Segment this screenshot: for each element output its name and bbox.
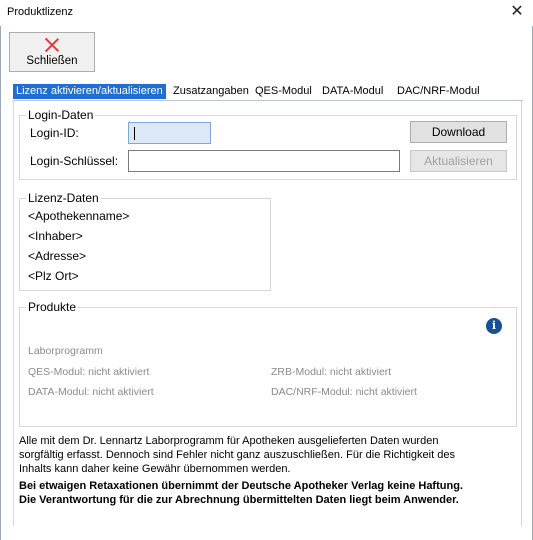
tab-data-modul[interactable]: DATA-Modul	[319, 84, 386, 99]
license-pharmacy-name: <Apothekenname>	[28, 209, 130, 223]
close-button[interactable]: Schließen	[9, 32, 95, 72]
product-dac-nrf-modul: DAC/NRF-Modul: nicht aktiviert	[271, 386, 417, 398]
license-zip-city: <Plz Ort>	[28, 269, 79, 283]
toolbar: Schließen	[1, 26, 532, 74]
window-border-left	[0, 26, 1, 540]
close-button-label: Schließen	[26, 55, 78, 67]
disclaimer-line: Alle mit dem Dr. Lennartz Laborprogramm …	[19, 435, 439, 447]
text-caret	[134, 127, 135, 140]
license-owner: <Inhaber>	[28, 229, 83, 243]
tab-dac-nrf-modul[interactable]: DAC/NRF-Modul	[394, 84, 483, 99]
title-bar: Produktlizenz ✕	[0, 0, 533, 26]
disclaimer-line: Inhalts kann daher keine Gewähr übernomm…	[19, 463, 291, 475]
disclaimer-bold-line: Bei etwaigen Retaxationen übernimmt der …	[19, 480, 463, 492]
tab-zusatzangaben[interactable]: Zusatzangaben	[170, 84, 252, 99]
tab-qes-modul[interactable]: QES-Modul	[252, 84, 315, 99]
products-group-title: Produkte	[26, 300, 79, 314]
close-icon	[44, 37, 60, 53]
tab-bar: Lizenz aktivieren/aktualisieren Zusatzan…	[13, 84, 523, 101]
product-data-modul: DATA-Modul: nicht aktiviert	[28, 386, 154, 398]
product-laborprogramm: Laborprogramm	[28, 345, 103, 357]
login-id-input[interactable]	[128, 122, 211, 144]
license-address: <Adresse>	[28, 249, 87, 263]
product-qes-modul: QES-Modul: nicht aktiviert	[28, 366, 150, 378]
login-key-input[interactable]	[128, 150, 400, 172]
login-id-label: Login-ID:	[30, 126, 79, 140]
window-close-icon[interactable]: ✕	[507, 2, 527, 22]
login-group: Login-Daten Login-ID: Download Login-Sch…	[19, 108, 517, 180]
window-title: Produktlizenz	[7, 6, 74, 18]
disclaimer-bold-line: Die Verantwortung für die zur Abrechnung…	[19, 494, 459, 506]
disclaimer-line: sorgfältig erfasst. Dennoch sind Fehler …	[19, 449, 455, 461]
login-key-label: Login-Schlüssel:	[30, 154, 119, 168]
info-icon[interactable]: i	[486, 318, 502, 334]
license-group: Lizenz-Daten <Apothekenname> <Inhaber> <…	[19, 191, 271, 291]
tab-lizenz-aktivieren[interactable]: Lizenz aktivieren/aktualisieren	[13, 84, 166, 99]
license-group-title: Lizenz-Daten	[26, 191, 101, 205]
disclaimer: Alle mit dem Dr. Lennartz Laborprogramm …	[19, 434, 519, 507]
product-zrb-modul: ZRB-Modul: nicht aktiviert	[271, 366, 392, 378]
login-group-title: Login-Daten	[26, 108, 96, 122]
download-button[interactable]: Download	[410, 121, 507, 143]
products-group: Produkte i Laborprogramm QES-Modul: nich…	[19, 300, 517, 427]
update-button[interactable]: Aktualisieren	[410, 150, 507, 172]
